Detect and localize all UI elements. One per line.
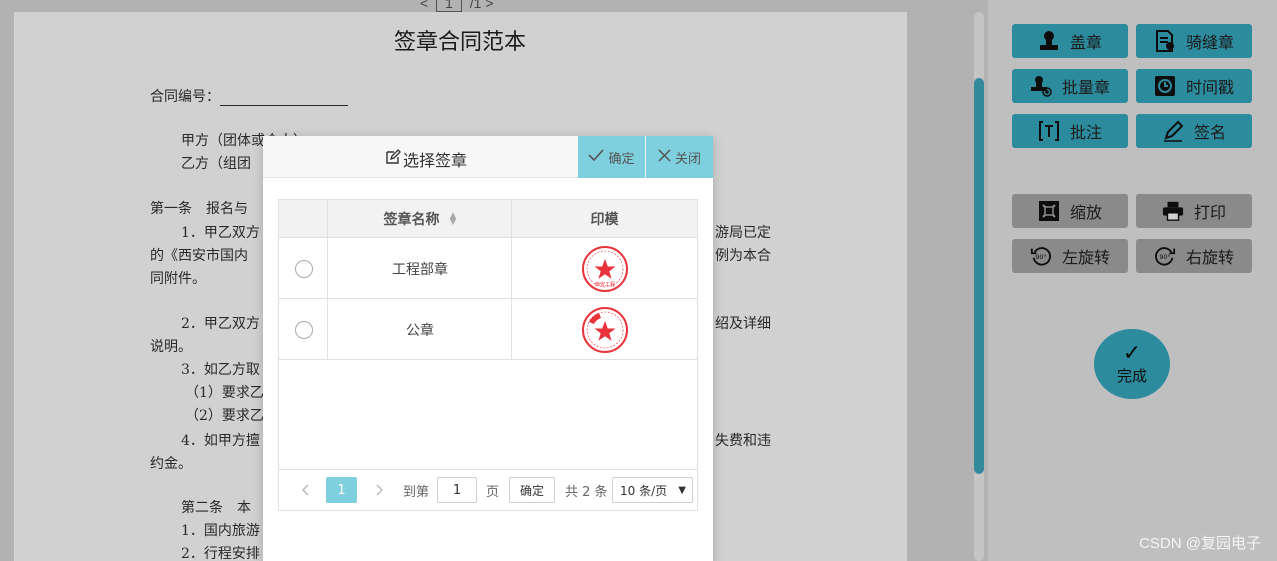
- edit-icon: [385, 149, 401, 169]
- next-page-button[interactable]: [370, 477, 390, 503]
- confirm-button[interactable]: 确定: [578, 136, 645, 178]
- row-select-cell[interactable]: [279, 238, 328, 299]
- total-count: 共 2 条: [565, 484, 608, 500]
- confirm-button-label: 确定: [608, 151, 635, 167]
- seal-image-cell: 西安工程: [512, 238, 697, 299]
- dialog-title-text: 选择签章: [403, 151, 468, 170]
- seal-image: 西安工程: [581, 245, 628, 292]
- goto-page-input[interactable]: 1: [437, 477, 477, 503]
- row-radio[interactable]: [294, 259, 313, 278]
- page-unit-label: 页: [486, 484, 500, 500]
- seal-name: 工程部章: [392, 261, 448, 278]
- watermark: CSDN @复园电子: [1139, 535, 1261, 552]
- dropdown-arrow-icon: ▼: [678, 484, 686, 496]
- prev-page-button[interactable]: [295, 477, 315, 503]
- check-icon: [588, 148, 605, 166]
- seal-image: [581, 306, 628, 353]
- goto-page-button[interactable]: 确定: [509, 477, 555, 503]
- dialog-title: 选择签章: [385, 147, 467, 171]
- table-row[interactable]: 工程部章 西安工程: [279, 238, 697, 299]
- column-name-label: 签章名称: [383, 212, 440, 228]
- dialog-header: 选择签章 确定 关闭: [263, 136, 713, 178]
- row-radio[interactable]: [294, 320, 313, 339]
- close-icon: [658, 148, 671, 166]
- seal-table: 签章名称 ▲ ▼ 印模 工程部章 西安工程 公章 1 到第 1 页 确定 共 2…: [278, 199, 698, 511]
- row-select-cell[interactable]: [279, 299, 328, 360]
- column-header-name[interactable]: 签章名称 ▲ ▼: [328, 200, 512, 238]
- chevron-left-icon: [301, 484, 309, 496]
- pagination: 1 到第 1 页 确定 共 2 条 10 条/页 ▼: [279, 469, 697, 510]
- close-button-label: 关闭: [674, 151, 701, 167]
- close-button[interactable]: 关闭: [646, 136, 713, 178]
- column-divider: [511, 200, 512, 360]
- page-1-button[interactable]: 1: [326, 477, 357, 503]
- select-seal-dialog: 选择签章 确定 关闭 签章名称 ▲ ▼ 印模 工程部章 西安工程 公章 1 到第…: [263, 136, 713, 561]
- sort-icon[interactable]: ▲ ▼: [450, 212, 457, 227]
- seal-text: 西安工程: [594, 281, 614, 288]
- goto-label: 到第: [403, 484, 430, 500]
- column-header-seal: 印模: [590, 212, 619, 228]
- table-row[interactable]: 公章: [279, 299, 697, 360]
- seal-name: 公章: [406, 322, 434, 339]
- seal-image-cell: [512, 299, 697, 360]
- table-header: 签章名称 ▲ ▼ 印模: [279, 200, 697, 238]
- chevron-right-icon: [376, 484, 384, 496]
- column-divider: [327, 200, 328, 360]
- page-size-value: 10 条/页: [620, 483, 668, 498]
- page-size-select[interactable]: 10 条/页 ▼: [612, 477, 693, 503]
